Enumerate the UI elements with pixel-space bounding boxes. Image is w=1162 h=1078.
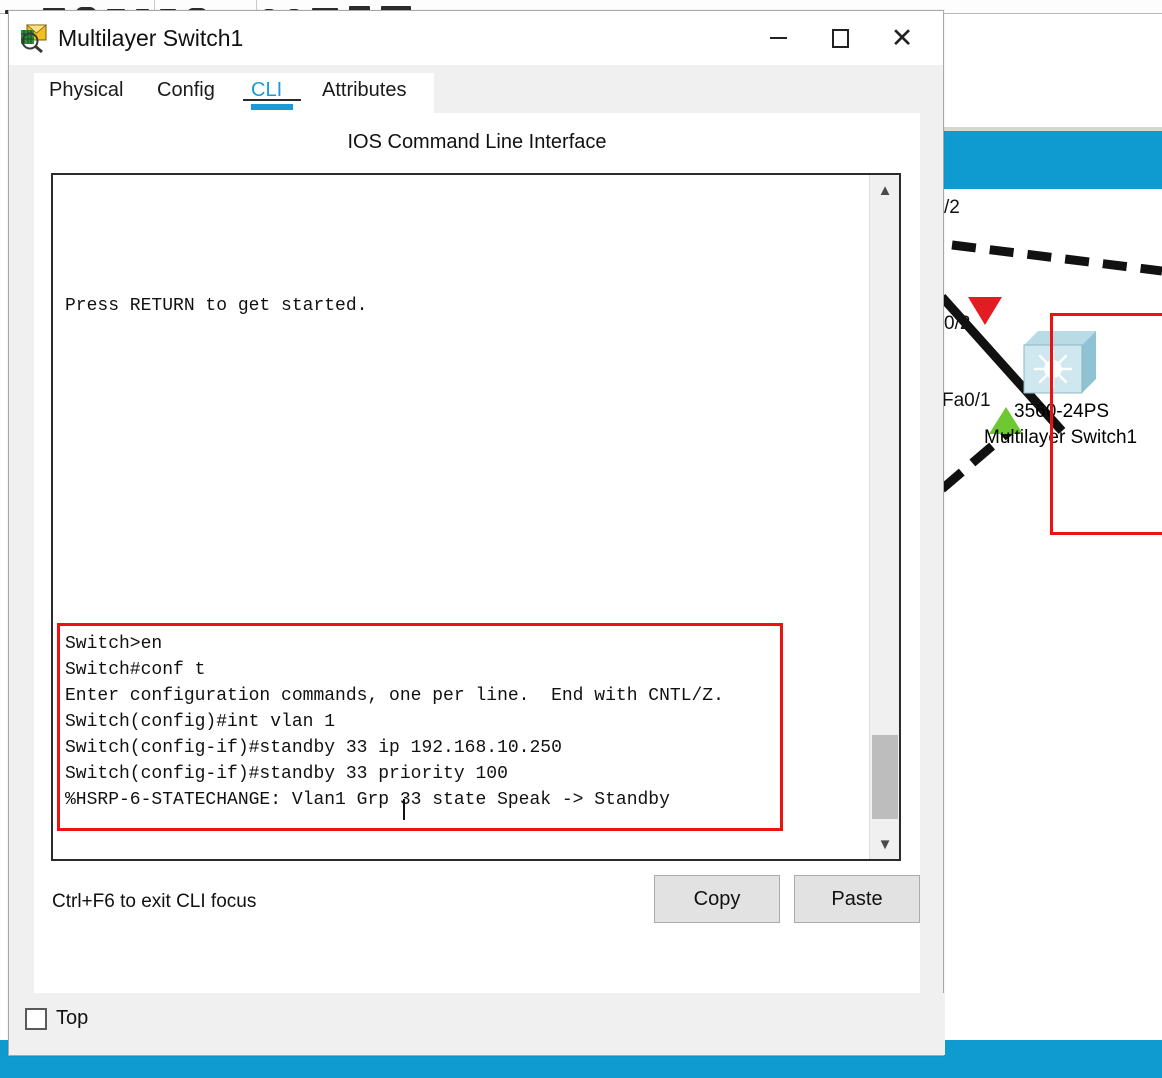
tab-bar: Physical Config CLI Attributes: [9, 73, 943, 113]
dialog-titlebar[interactable]: Multilayer Switch1 ✕: [9, 11, 943, 65]
tab-cli-active-indicator: [251, 104, 293, 110]
red-down-triangle-icon: [968, 297, 1002, 325]
terminal-line: Switch(config-if)#standby 33 ip 192.168.…: [65, 738, 562, 758]
cli-focus-hint: Ctrl+F6 to exit CLI focus: [52, 891, 257, 912]
terminal-line: %HSRP-6-STATECHANGE: Vlan1 Grp 33 state …: [65, 790, 670, 810]
device-dialog: Multilayer Switch1 ✕ Physical Config CLI: [8, 10, 945, 1056]
close-button[interactable]: ✕: [871, 11, 933, 65]
interface-label-2: Fa0/1: [942, 390, 991, 411]
chevron-down-icon[interactable]: ▼: [870, 829, 899, 859]
text-cursor: [403, 799, 405, 820]
tab-cli[interactable]: CLI: [243, 73, 301, 113]
terminal-line: Press RETURN to get started.: [65, 296, 368, 316]
terminal-line: Switch(config-if)#standby 33 priority 10…: [65, 764, 508, 784]
terminal-line: Switch>en: [65, 634, 163, 654]
terminal-line: Switch(config)#int vlan 1: [65, 712, 336, 732]
scrollbar-thumb[interactable]: [872, 735, 898, 819]
close-icon: ✕: [890, 22, 914, 53]
tab-attributes[interactable]: Attributes: [322, 73, 406, 113]
packet-tracer-inspect-icon: [19, 23, 49, 54]
tab-config[interactable]: Config: [157, 73, 215, 113]
copy-button[interactable]: Copy: [654, 875, 780, 923]
chevron-up-icon[interactable]: ▲: [870, 175, 899, 205]
tab-physical-label: Physical: [49, 79, 124, 101]
terminal-container[interactable]: Press RETURN to get started. Switch>en Sw…: [51, 173, 901, 861]
interface-label-0: /2: [944, 197, 960, 218]
top-checkbox-label: Top: [56, 1007, 89, 1029]
tab-physical[interactable]: Physical: [49, 73, 123, 113]
terminal-line: Switch#conf t: [65, 660, 206, 680]
tab-cli-rule: [243, 99, 301, 101]
top-checkbox[interactable]: Top: [25, 1007, 88, 1030]
interface-label-1: 0/2: [944, 313, 971, 334]
minimize-button[interactable]: [747, 11, 809, 65]
screen: /2 0/2 Fa0/1 3560-24PS Multilayer Switch…: [0, 0, 1162, 1078]
cli-caption: IOS Command Line Interface: [347, 131, 607, 153]
terminal-scrollbar[interactable]: ▲ ▼: [869, 175, 899, 859]
tab-config-label: Config: [157, 79, 215, 101]
cli-panel: IOS Command Line Interface Press RETURN …: [34, 113, 920, 993]
maximize-button[interactable]: [809, 11, 871, 65]
maximize-icon: [831, 28, 849, 48]
canvas-header-band: [942, 131, 1162, 189]
top-checkbox-box[interactable]: [25, 1007, 47, 1030]
dialog-title: Multilayer Switch1: [58, 24, 244, 51]
tab-attributes-label: Attributes: [322, 79, 407, 101]
minimize-icon: [769, 37, 787, 39]
terminal-output[interactable]: Press RETURN to get started. Switch>en Sw…: [53, 175, 869, 859]
topology-highlight-box: [1050, 313, 1162, 535]
paste-button[interactable]: Paste: [794, 875, 920, 923]
dialog-footer: Top: [9, 993, 945, 1055]
terminal-line: Enter configuration commands, one per li…: [65, 686, 724, 706]
